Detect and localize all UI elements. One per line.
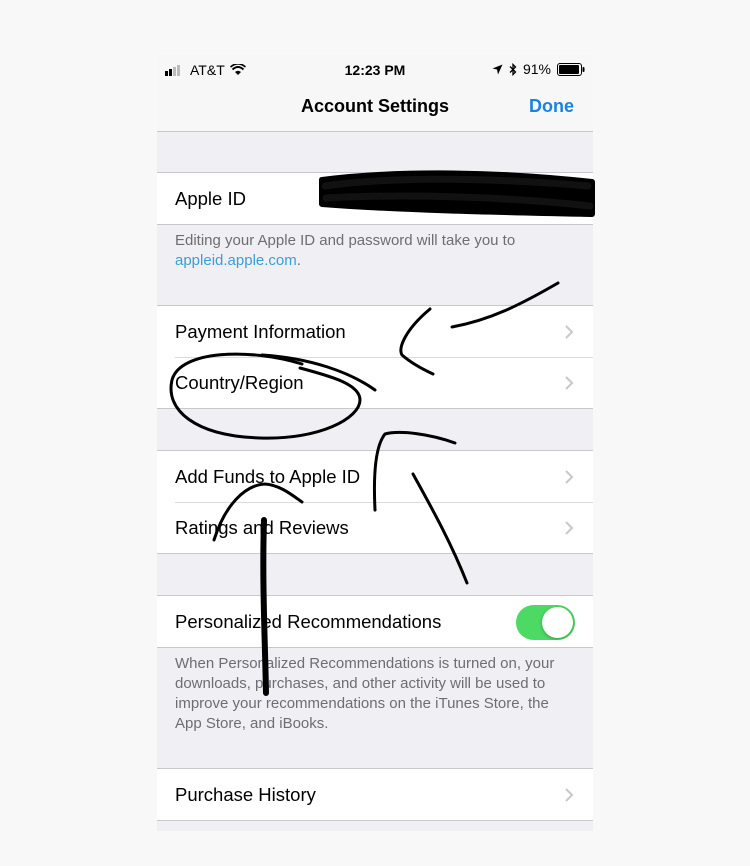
chevron-right-icon (565, 376, 574, 390)
add-funds-row[interactable]: Add Funds to Apple ID (157, 451, 593, 502)
status-bar: AT&T 12:23 PM 91% (157, 55, 593, 85)
apple-id-label: Apple ID (175, 188, 246, 209)
phone-screen: AT&T 12:23 PM 91% Account Settings Done … (157, 55, 593, 831)
payment-information-row[interactable]: Payment Information (157, 306, 593, 357)
ratings-reviews-row[interactable]: Ratings and Reviews (157, 502, 593, 553)
purchase-history-row[interactable]: Purchase History (157, 769, 593, 820)
country-region-label: Country/Region (175, 372, 304, 393)
navigation-bar: Account Settings Done (157, 85, 593, 132)
apple-id-row[interactable]: Apple ID (157, 173, 593, 224)
battery-percent: 91% (522, 61, 551, 77)
appleid-link[interactable]: appleid.apple.com (175, 252, 297, 269)
recommendations-toggle[interactable] (516, 605, 575, 640)
chevron-right-icon (565, 521, 574, 535)
ratings-reviews-label: Ratings and Reviews (175, 517, 349, 538)
funds-group: Add Funds to Apple ID Ratings and Review… (157, 450, 593, 554)
battery-icon (557, 62, 585, 76)
recommendations-note: When Personalized Recommendations is tur… (175, 655, 555, 732)
status-right: 91% (492, 61, 585, 77)
payment-information-label: Payment Information (175, 321, 346, 342)
payment-group: Payment Information Country/Region (157, 305, 593, 409)
apple-id-note: Editing your Apple ID and password will … (175, 231, 575, 271)
purchase-history-label: Purchase History (175, 784, 316, 805)
chevron-right-icon (565, 325, 574, 339)
add-funds-label: Add Funds to Apple ID (175, 466, 361, 487)
apple-id-note-end: . (296, 252, 301, 269)
done-button[interactable]: Done (529, 96, 574, 117)
country-region-row[interactable]: Country/Region (157, 357, 593, 408)
personalized-recommendations-row: Personalized Recommendations (157, 596, 593, 647)
page-title: Account Settings (300, 96, 449, 116)
apple-id-group: Apple ID (157, 172, 593, 225)
chevron-right-icon (565, 788, 574, 802)
bluetooth-icon (509, 62, 517, 76)
chevron-right-icon (565, 470, 574, 484)
history-group: Purchase History (157, 768, 593, 821)
toggle-knob (542, 607, 573, 638)
recommendations-group: Personalized Recommendations (157, 595, 593, 648)
location-icon (492, 64, 503, 74)
personalized-recommendations-label: Personalized Recommendations (175, 611, 442, 632)
apple-id-note-text: Editing your Apple ID and password will … (175, 232, 516, 249)
